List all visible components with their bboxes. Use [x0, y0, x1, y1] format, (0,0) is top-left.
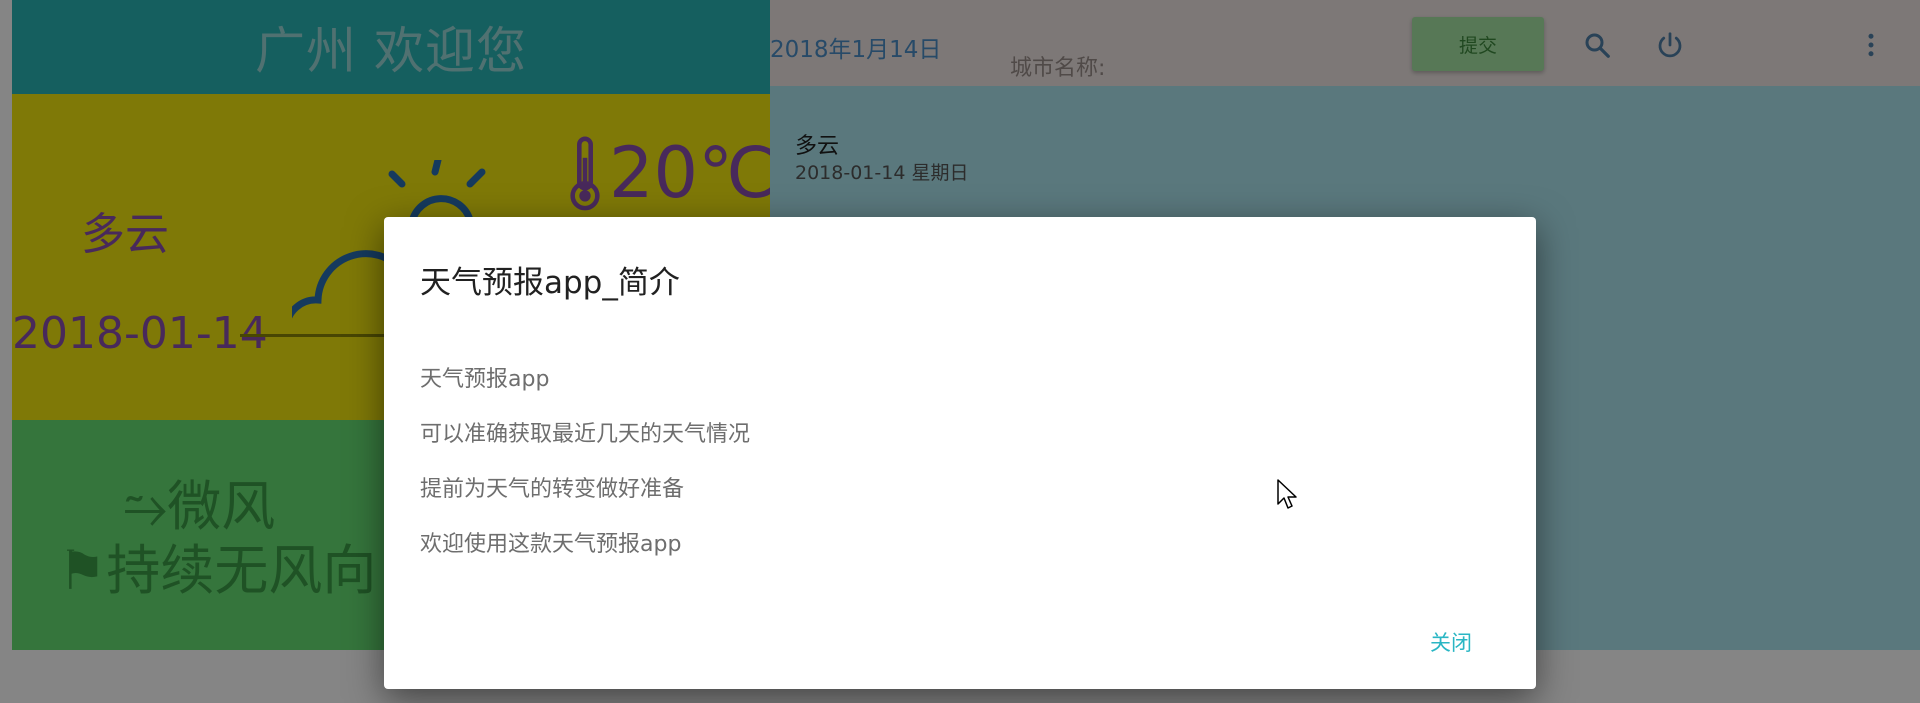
about-dialog: 天气预报app_简介 天气预报app 可以准确获取最近几天的天气情况 提前为天气…: [384, 217, 1536, 689]
close-button[interactable]: 关闭: [1424, 625, 1478, 659]
dialog-body: 天气预报app 可以准确获取最近几天的天气情况 提前为天气的转变做好准备 欢迎使…: [420, 352, 750, 572]
dialog-title: 天气预报app_简介: [420, 265, 680, 301]
dialog-line: 天气预报app: [420, 367, 550, 392]
dialog-line: 可以准确获取最近几天的天气情况: [420, 422, 751, 447]
dialog-line: 欢迎使用这款天气预报app: [420, 532, 682, 557]
dialog-line: 提前为天气的转变做好准备: [420, 477, 685, 502]
mouse-cursor-icon: [1277, 479, 1297, 509]
